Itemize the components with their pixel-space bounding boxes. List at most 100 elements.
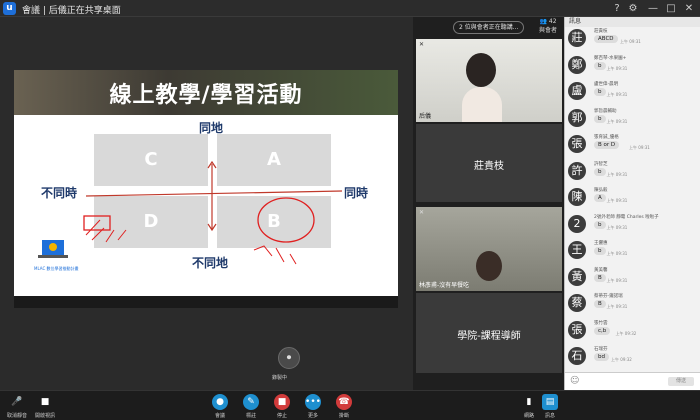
message-text: b bbox=[594, 220, 606, 229]
video-tile-3[interactable]: ✕ 林彥甫-沒有早餐吃 bbox=[416, 207, 562, 291]
message-text: b bbox=[594, 61, 606, 70]
annotate-label: 標註 bbox=[245, 413, 256, 419]
participants-button[interactable]: 👥 42 與會者 bbox=[535, 18, 561, 34]
person-body bbox=[462, 87, 502, 122]
chat-message: 許 許智芝 b 上午 09:31 bbox=[568, 161, 696, 182]
meeting-window: u 會議 | 后儀正在共享桌面 ? ⚙ — □ ✕ 線上教學/學習活動 C A … bbox=[0, 0, 700, 420]
start-video-button[interactable]: ■ 開啟視訊 bbox=[30, 394, 60, 419]
message-text: c,b bbox=[594, 326, 611, 335]
video-panel-header: 2 位與會者正在聽講... 👥 42 與會者 bbox=[413, 17, 564, 39]
chat-message: 莊 莊貴枝 ABCD 上午 09:31 bbox=[568, 29, 696, 49]
minimize-button[interactable]: — bbox=[646, 2, 660, 15]
message-sender: 陳弘毅 bbox=[594, 188, 608, 193]
avatar: 盧 bbox=[568, 82, 586, 100]
send-button[interactable]: 傳送 bbox=[668, 377, 694, 386]
message-sender: 王儷惠 bbox=[594, 241, 608, 246]
chat-icon: ▤ bbox=[542, 394, 558, 410]
window-title: 會議 | 后儀正在共享桌面 bbox=[22, 6, 121, 16]
chat-header: 訊息 bbox=[565, 17, 700, 27]
message-time: 上午 09:31 bbox=[606, 277, 628, 283]
avatar: 許 bbox=[568, 161, 586, 180]
help-button[interactable]: ? bbox=[610, 2, 624, 15]
video-panel: 2 位與會者正在聽講... 👥 42 與會者 ✕ 后儀 莊貴枝 ✕ 林彥甫-沒有… bbox=[413, 17, 564, 390]
message-sender: 郭旨晨輔助 bbox=[594, 108, 617, 114]
person-silhouette bbox=[466, 53, 496, 87]
message-text: b bbox=[594, 167, 606, 176]
message-text: B or D bbox=[594, 141, 620, 149]
video-tile-1[interactable]: ✕ 后儀 bbox=[416, 39, 562, 122]
chat-message: 鄭 鄭百琴-水果園+ b 上午 09:31 bbox=[568, 55, 696, 76]
participants-toolbar-button[interactable]: ● 會議 bbox=[205, 394, 235, 419]
status-pill[interactable]: 2 位與會者正在聽講... bbox=[453, 21, 525, 34]
chat-message: 郭 郭旨晨輔助 b 上午 09:31 bbox=[568, 108, 696, 129]
camera-off-icon: ■ bbox=[40, 397, 50, 407]
avatar: 蔡 bbox=[568, 294, 586, 312]
chat-input[interactable]: ☺ 傳送 bbox=[565, 372, 700, 390]
chat-toggle-button[interactable]: ▤ 訊息 bbox=[535, 394, 565, 419]
close-button[interactable]: ✕ bbox=[682, 2, 696, 15]
slide-taskbar bbox=[14, 296, 398, 308]
message-sender: 鄭百琴-水果園+ bbox=[594, 55, 627, 61]
message-time: 上午 09:31 bbox=[606, 118, 628, 124]
avatar: 2 bbox=[568, 214, 586, 233]
hangup-icon: ☎ bbox=[336, 394, 352, 410]
avatar: 石 bbox=[568, 347, 586, 365]
emoji-icon[interactable]: ☺ bbox=[570, 376, 579, 386]
mic-muted-icon: ✕ bbox=[419, 209, 425, 216]
more-label: 更多 bbox=[307, 413, 318, 419]
message-sender: 石瑞芬 bbox=[594, 347, 608, 352]
message-time: 上午 09:31 bbox=[606, 251, 628, 256]
handwriting-left bbox=[85, 219, 127, 243]
message-time: 上午 09:32 bbox=[615, 330, 637, 336]
message-time: 上午 09:31 bbox=[606, 171, 628, 177]
circle-annotation bbox=[257, 197, 315, 243]
bottom-toolbar: 🎤 取消靜音 ■ 開啟視訊 ● 會議 ✎ 標註 ■ 停止 ••• 更多 ☎ 掛斷… bbox=[0, 390, 700, 420]
message-time: 上午 09:31 bbox=[606, 65, 628, 71]
stop-share-label: 停止 bbox=[276, 413, 287, 419]
participant-name: 莊貴枝 bbox=[474, 161, 504, 172]
message-sender: 張育誠_優格 bbox=[594, 135, 619, 140]
chat-message: 蔡 蔡蒂芬-鐵諾瑞 B 上午 09:31 bbox=[568, 294, 696, 314]
video-tile-4[interactable]: 學院-課程導師 bbox=[416, 293, 562, 373]
recording-indicator[interactable]: ⏺ bbox=[278, 347, 300, 369]
message-time: 上午 09:31 bbox=[629, 145, 650, 150]
avatar: 莊 bbox=[568, 29, 586, 47]
chat-toggle-label: 訊息 bbox=[544, 413, 555, 419]
more-icon: ••• bbox=[305, 394, 321, 410]
presentation-slide: 線上教學/學習活動 C A D B 同地 不同地 不同時 同時 MLAC 數位學… bbox=[14, 70, 398, 308]
message-text: b bbox=[594, 114, 606, 123]
hangup-button[interactable]: ☎ 掛斷 bbox=[329, 394, 359, 419]
avatar: 郭 bbox=[568, 108, 586, 127]
avatar: 鄭 bbox=[568, 55, 586, 74]
avatar: 陳 bbox=[568, 188, 586, 206]
pen-icon: ✎ bbox=[243, 394, 259, 410]
slide-annotations bbox=[83, 160, 343, 265]
handwriting-right bbox=[253, 245, 297, 265]
app-logo-icon: u bbox=[3, 2, 16, 15]
message-sender: 黃美馨 bbox=[594, 267, 608, 273]
avatar: 王 bbox=[568, 241, 586, 259]
chat-message: 石 石瑞芬 bd 上午 09:32 bbox=[568, 347, 696, 367]
video-tile-name: 林彥甫-沒有早餐吃 bbox=[419, 282, 470, 289]
stop-share-button[interactable]: ■ 停止 bbox=[267, 394, 297, 419]
chat-message: 黃 黃美馨 B 上午 09:31 bbox=[568, 267, 696, 288]
person-silhouette bbox=[476, 251, 502, 281]
maximize-button[interactable]: □ bbox=[664, 2, 678, 15]
horizontal-arrow bbox=[85, 190, 343, 197]
avatar: 張 bbox=[568, 135, 586, 153]
video-tile-name: 后儀 bbox=[419, 113, 432, 120]
participant-name: 學院-課程導師 bbox=[457, 331, 521, 342]
annotate-button[interactable]: ✎ 標註 bbox=[236, 394, 266, 419]
unmute-button[interactable]: 🎤 取消靜音 bbox=[2, 394, 32, 419]
start-video-label: 開啟視訊 bbox=[34, 413, 55, 419]
message-text: b bbox=[594, 88, 606, 96]
message-sender: 張竹雲 bbox=[594, 320, 608, 326]
laptop-logo-icon bbox=[38, 240, 68, 258]
more-button[interactable]: ••• 更多 bbox=[298, 394, 328, 419]
participants-label: 與會者 bbox=[538, 27, 557, 34]
chat-message: 2 2號外老師 靜電 Charles 啦啦子 b 上午 09:31 bbox=[568, 214, 696, 235]
message-time: 上午 09:32 bbox=[611, 357, 632, 362]
gear-icon[interactable]: ⚙ bbox=[626, 2, 640, 15]
video-tile-2[interactable]: 莊貴枝 bbox=[416, 124, 562, 202]
chat-message: 陳 陳弘毅 A 上午 09:31 bbox=[568, 188, 696, 208]
